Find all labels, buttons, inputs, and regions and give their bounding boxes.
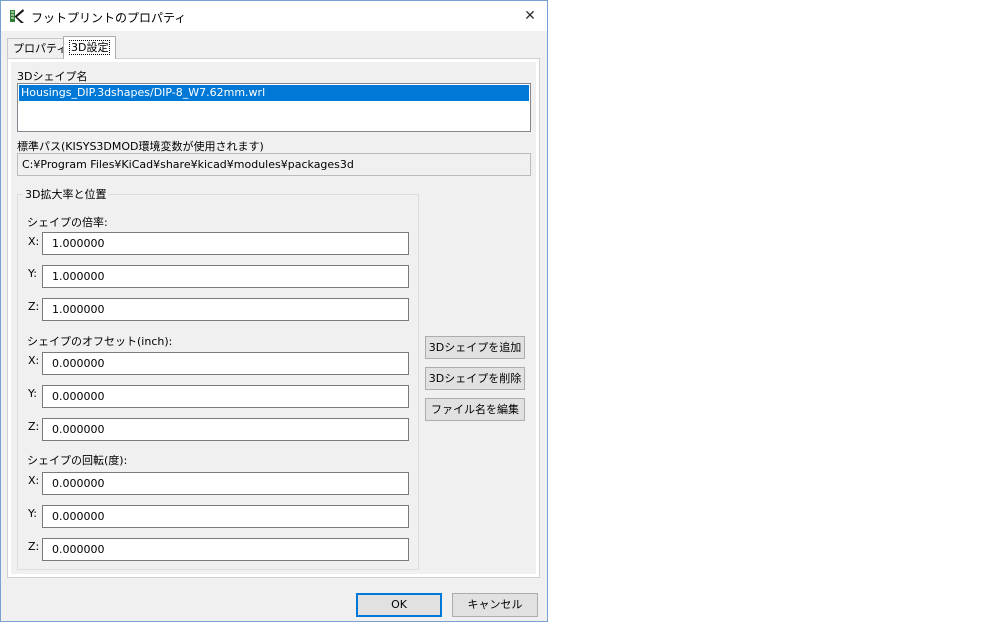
default-path-label: 標準パス(KISYS3DMOD環境変数が使用されます)	[17, 140, 264, 153]
remove-3d-shape-button[interactable]: 3Dシェイプを削除	[425, 367, 525, 390]
offset-y-label: Y:	[28, 387, 37, 400]
offset-z-input[interactable]: 0.000000	[42, 418, 409, 441]
rotation-label: シェイプの回転(度):	[27, 454, 128, 467]
rotation-y-input[interactable]: 0.000000	[42, 505, 409, 528]
rotation-y-label: Y:	[28, 507, 37, 520]
rotation-z-input[interactable]: 0.000000	[42, 538, 409, 561]
shape-list[interactable]: Housings_DIP.3dshapes/DIP-8_W7.62mm.wrl	[17, 83, 531, 132]
rotation-x-label: X:	[28, 474, 40, 487]
close-button[interactable]: ✕	[513, 1, 547, 31]
add-3d-shape-button[interactable]: 3Dシェイプを追加	[425, 336, 525, 359]
scale-z-label: Z:	[28, 300, 40, 313]
scale-y-input[interactable]: 1.000000	[42, 265, 409, 288]
transform-group-title: 3D拡大率と位置	[23, 186, 109, 202]
scale-label: シェイプの倍率:	[27, 216, 108, 229]
close-icon: ✕	[524, 8, 536, 24]
scale-x-label: X:	[28, 235, 40, 248]
shape-list-label: 3Dシェイプ名	[17, 70, 88, 83]
offset-x-input[interactable]: 0.000000	[42, 352, 409, 375]
cancel-button[interactable]: キャンセル	[452, 593, 538, 617]
offset-label: シェイプのオフセット(inch):	[27, 335, 173, 348]
ok-button[interactable]: OK	[356, 593, 442, 617]
shape-list-item[interactable]: Housings_DIP.3dshapes/DIP-8_W7.62mm.wrl	[19, 85, 529, 101]
scale-y-label: Y:	[28, 267, 37, 280]
rotation-x-input[interactable]: 0.000000	[42, 472, 409, 495]
rotation-z-label: Z:	[28, 540, 40, 553]
offset-y-input[interactable]: 0.000000	[42, 385, 409, 408]
scale-z-input[interactable]: 1.000000	[42, 298, 409, 321]
offset-x-label: X:	[28, 354, 40, 367]
edit-filename-button[interactable]: ファイル名を編集	[425, 398, 525, 421]
title-bar: フットプリントのプロパティ ✕	[1, 1, 547, 31]
kicad-app-icon	[9, 8, 25, 24]
tab-3d-settings[interactable]: 3D設定	[63, 36, 117, 59]
window-title: フットプリントのプロパティ	[31, 11, 187, 25]
scale-x-input[interactable]: 1.000000	[42, 232, 409, 255]
offset-z-label: Z:	[28, 420, 40, 433]
tab-3d-settings-label: 3D設定	[69, 40, 111, 55]
default-path-field: C:¥Program Files¥KiCad¥share¥kicad¥modul…	[17, 153, 531, 176]
